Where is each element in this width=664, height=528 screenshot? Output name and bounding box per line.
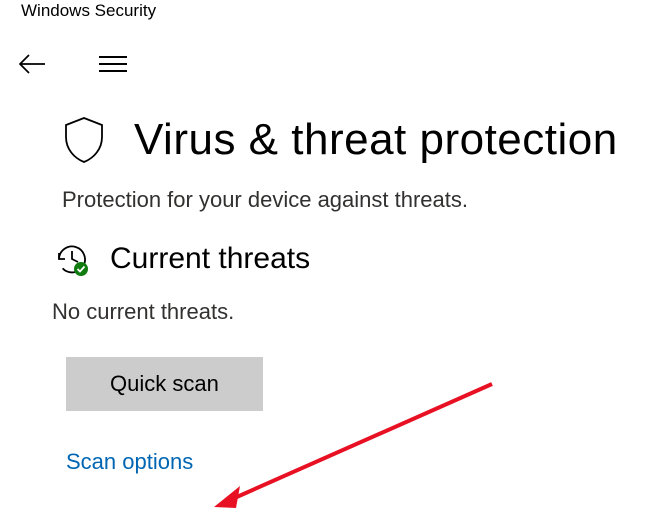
page-header: Virus & threat protection <box>62 115 664 165</box>
page-subtitle: Protection for your device against threa… <box>62 187 664 213</box>
shield-icon <box>62 115 106 165</box>
hamburger-menu-icon[interactable] <box>99 56 127 72</box>
back-arrow-icon[interactable] <box>18 53 45 75</box>
scan-options-link[interactable]: Scan options <box>66 449 193 475</box>
threats-status-text: No current threats. <box>52 299 664 325</box>
current-threats-section: Current threats No current threats. Quic… <box>54 241 664 475</box>
quick-scan-button[interactable]: Quick scan <box>66 357 263 411</box>
page-title: Virus & threat protection <box>134 115 618 165</box>
section-title: Current threats <box>110 242 310 276</box>
history-check-icon <box>54 241 90 277</box>
main-content: Virus & threat protection Protection for… <box>0 75 664 475</box>
window-title: Windows Security <box>0 0 664 21</box>
toolbar <box>0 21 664 75</box>
section-header: Current threats <box>54 241 664 277</box>
